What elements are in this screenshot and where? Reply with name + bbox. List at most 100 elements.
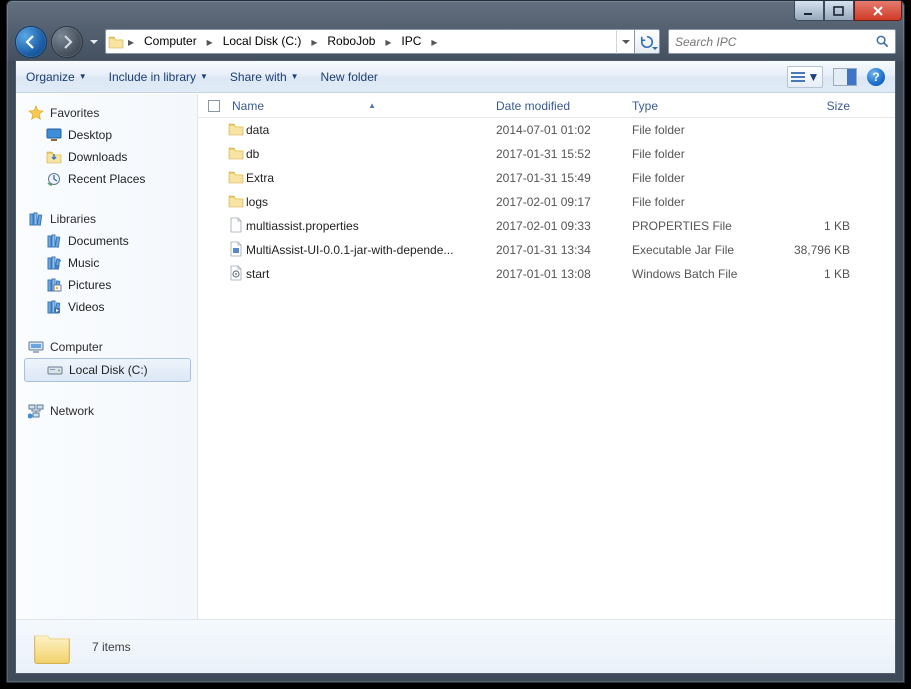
details-summary: 7 items [92,640,131,654]
breadcrumb-folder-1[interactable]: RoboJob [321,30,381,53]
organize-menu[interactable]: Organize▼ [26,70,87,84]
column-headers: Name ▲ Date modified Type Size [198,94,895,118]
network-label: Network [50,404,94,418]
sidebar-item-music[interactable]: Music [24,252,197,274]
file-name: data [246,123,496,137]
file-icon [228,217,244,233]
sidebar-item-desktop[interactable]: Desktop [24,124,197,146]
sidebar-item-label: Local Disk (C:) [69,363,148,377]
details-pane: 7 items [16,619,895,673]
search-icon[interactable] [869,34,895,49]
favorites-label: Favorites [50,106,99,120]
column-date[interactable]: Date modified [496,99,632,113]
recent-locations-button[interactable] [87,28,101,56]
address-bar[interactable]: ▸ Computer ▸ Local Disk (C:) ▸ RoboJob ▸… [105,29,616,54]
chevron-right-icon[interactable]: ▸ [381,35,395,49]
sidebar-item-videos[interactable]: Videos [24,296,197,318]
titlebar[interactable] [7,1,904,23]
file-type: File folder [632,171,770,185]
include-in-library-menu[interactable]: Include in library▼ [109,70,208,84]
file-size: 1 KB [770,267,850,281]
sidebar-item-label: Documents [68,234,129,248]
chevron-right-icon[interactable]: ▸ [203,35,217,49]
sidebar-item-documents[interactable]: Documents [24,230,197,252]
file-row[interactable]: Extra2017-01-31 15:49File folder [198,166,895,190]
change-view-button[interactable]: ▼ [787,66,823,88]
folder-icon [228,145,244,161]
refresh-button[interactable] [634,29,660,54]
column-name-label: Name [232,99,264,113]
preview-pane-button[interactable] [833,68,857,86]
search-input[interactable] [669,35,869,49]
breadcrumb-folder-2[interactable]: IPC [395,30,427,53]
file-size: 1 KB [770,219,850,233]
documents-icon [46,233,62,249]
file-date: 2014-07-01 01:02 [496,123,632,137]
favorites-group[interactable]: Favorites [24,102,197,124]
column-name[interactable]: Name ▲ [228,99,496,113]
network-group[interactable]: Network [24,400,197,422]
select-all-checkbox[interactable] [208,100,220,112]
minimize-button[interactable] [794,1,824,21]
command-bar: Organize▼ Include in library▼ Share with… [16,61,895,93]
file-type: Executable Jar File [632,243,770,257]
file-name: logs [246,195,496,209]
file-row[interactable]: MultiAssist-UI-0.0.1-jar-with-depende...… [198,238,895,262]
help-button[interactable]: ? [867,68,885,86]
desktop-icon [46,127,62,143]
music-icon [46,255,62,271]
back-button[interactable] [15,26,47,58]
organize-label: Organize [26,70,75,84]
share-with-menu[interactable]: Share with▼ [230,70,299,84]
chevron-right-icon[interactable]: ▸ [124,35,138,49]
file-date: 2017-01-01 13:08 [496,267,632,281]
sidebar-item-label: Videos [68,300,104,314]
breadcrumb-drive[interactable]: Local Disk (C:) [217,30,308,53]
folder-icon [228,169,244,185]
file-name: MultiAssist-UI-0.0.1-jar-with-depende... [246,243,496,257]
sidebar-item-pictures[interactable]: Pictures [24,274,197,296]
sidebar-item-label: Recent Places [68,172,145,186]
chevron-right-icon[interactable]: ▸ [427,35,441,49]
forward-button[interactable] [51,26,83,58]
file-type: File folder [632,195,770,209]
file-name: db [246,147,496,161]
maximize-button[interactable] [824,1,854,21]
explorer-window: ▸ Computer ▸ Local Disk (C:) ▸ RoboJob ▸… [6,0,905,683]
sidebar-item-label: Music [68,256,99,270]
recent-icon [46,171,62,187]
file-date: 2017-02-01 09:17 [496,195,632,209]
file-row[interactable]: multiassist.properties2017-02-01 09:33PR… [198,214,895,238]
file-row[interactable]: logs2017-02-01 09:17File folder [198,190,895,214]
file-row[interactable]: start2017-01-01 13:08Windows Batch File1… [198,262,895,286]
file-type: File folder [632,147,770,161]
file-row[interactable]: db2017-01-31 15:52File folder [198,142,895,166]
close-button[interactable] [854,1,902,21]
new-folder-button[interactable]: New folder [321,70,378,84]
column-type[interactable]: Type [632,99,770,113]
file-row[interactable]: data2014-07-01 01:02File folder [198,118,895,142]
computer-group[interactable]: Computer [24,336,197,358]
breadcrumb-computer[interactable]: Computer [138,30,203,53]
location-folder-icon [108,34,124,50]
downloads-icon [46,149,62,165]
sidebar-item-local-disk[interactable]: Local Disk (C:) [24,358,191,382]
folder-icon [228,121,244,137]
search-box[interactable] [668,29,896,54]
chevron-right-icon[interactable]: ▸ [307,35,321,49]
file-date: 2017-02-01 09:33 [496,219,632,233]
batch-icon [228,265,244,281]
pictures-icon [46,277,62,293]
videos-icon [46,299,62,315]
client-area: Organize▼ Include in library▼ Share with… [15,60,896,674]
libraries-group[interactable]: Libraries [24,208,197,230]
column-size[interactable]: Size [770,99,850,113]
sidebar-item-downloads[interactable]: Downloads [24,146,197,168]
address-history-button[interactable] [616,29,634,54]
share-label: Share with [230,70,287,84]
navigation-bar: ▸ Computer ▸ Local Disk (C:) ▸ RoboJob ▸… [15,23,896,60]
new-folder-label: New folder [321,70,378,84]
navigation-pane: Favorites Desktop Downloads Recent Place… [16,94,198,619]
sidebar-item-recent-places[interactable]: Recent Places [24,168,197,190]
sidebar-item-label: Downloads [68,150,127,164]
